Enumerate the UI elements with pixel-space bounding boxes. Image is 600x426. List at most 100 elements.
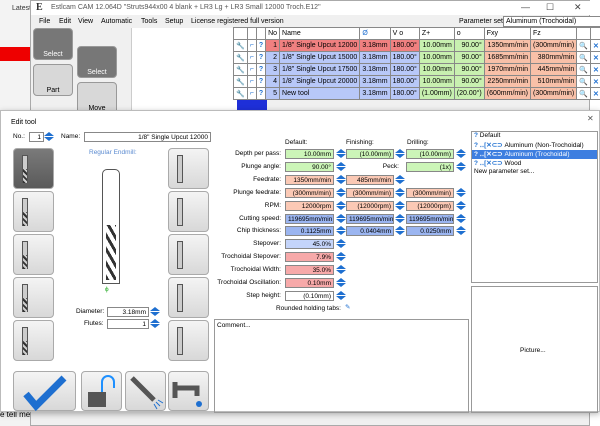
table-cell[interactable]: 2 [265,51,281,64]
wrench-icon[interactable]: 🔧 [233,39,248,52]
default-field[interactable]: 35.0% [285,265,334,276]
drilling-spinner[interactable] [456,161,466,172]
comment-field[interactable]: Comment... [214,319,469,413]
menu-edit[interactable]: Edit [59,18,71,25]
param-set-aluminum-trochoidal[interactable]: ? ‥[✕⊂⊃ Aluminum (Trochoidal) [472,150,597,159]
menu-tools[interactable]: Tools [141,18,157,25]
table-cell[interactable]: 510mm/min [529,75,578,88]
wrench-icon[interactable]: 🔧 [233,75,248,88]
help-icon[interactable]: ? [255,39,267,52]
finishing-spinner[interactable] [395,213,405,224]
table-cell[interactable]: 1/8" Single Upcut 15000 [279,51,361,64]
param-set-default[interactable]: ? Default [472,132,597,141]
table-cell[interactable]: 3 [265,63,281,76]
search-icon[interactable]: 🔍 [576,39,591,52]
default-spinner[interactable] [336,290,346,301]
table-cell[interactable]: (20.00°) [453,87,485,100]
table-cell[interactable]: 1/8" Single Upcut 20000 [279,75,361,88]
default-spinner[interactable] [336,200,346,211]
default-spinner[interactable] [336,239,346,249]
default-spinner[interactable] [336,252,346,262]
help-icon[interactable]: ? [255,75,267,88]
table-cell[interactable]: 180.00° [389,51,420,64]
default-spinner[interactable] [336,174,346,185]
table-cell[interactable]: 1350mm/min [483,39,532,52]
unlock-button[interactable] [81,371,122,411]
table-cell[interactable]: 10.00mm [418,63,455,76]
finishing-field[interactable]: (10.00mm) [346,149,394,159]
table-cell[interactable]: 90.00° [453,51,485,64]
holder-icon[interactable]: ⌐ [246,75,257,88]
table-cell[interactable]: 10.00mm [418,75,455,88]
flutes-spinner[interactable] [150,319,160,329]
help-icon[interactable]: ? [255,63,267,76]
default-spinner[interactable] [336,265,346,275]
table-cell[interactable]: 3.18mm [359,51,391,64]
tool-type-ballnose-endmill-button[interactable] [13,191,54,232]
table-cell[interactable]: 180.00° [389,63,420,76]
delete-icon[interactable]: ✕ [589,75,600,88]
coolant-tap-button[interactable] [168,371,209,411]
maximize-button[interactable]: ☐ [546,2,554,13]
help-icon[interactable]: ? [255,87,267,100]
parameter-set-select[interactable]: Aluminum (Trochoidal) [503,16,600,27]
default-field[interactable]: 119695mm/min [285,213,334,224]
ok-button[interactable] [13,371,76,412]
table-cell[interactable]: 1970mm/min [483,63,532,76]
menu-view[interactable]: View [78,18,93,25]
default-spinner[interactable] [336,149,346,159]
drilling-field[interactable]: (1x) [406,161,454,172]
default-field[interactable]: 12000rpm [285,200,334,211]
finishing-spinner[interactable] [395,174,405,185]
table-cell[interactable]: 180.00° [389,39,420,52]
minimize-button[interactable]: — [521,2,530,12]
default-field[interactable]: 1350mm/min [285,174,334,185]
drilling-field[interactable]: 119695mm/min [406,213,454,224]
table-cell[interactable]: 90.00° [453,75,485,88]
table-cell[interactable]: 380mm/min [529,51,578,64]
tool-type-spindle-coolant-button[interactable] [168,320,209,361]
tool-type-endmill-button[interactable] [13,148,54,189]
tool-type-drill-button[interactable] [168,148,209,189]
name-field[interactable]: 1/8" Single Upcut 12000 [84,132,211,142]
tool-type-engraver-button[interactable] [13,277,54,318]
table-cell[interactable]: 2250mm/min [483,75,532,88]
table-cell[interactable]: New tool [279,87,361,100]
table-cell[interactable]: 90.00° [453,39,485,52]
drilling-field[interactable]: 0.0250mm [406,226,454,237]
table-row[interactable]: 🔧 ⌐? 4 1/8" Single Upcut 20000 3.18mm 180.00°… [233,75,600,88]
no-field[interactable]: 1 [29,132,44,142]
table-cell[interactable]: (600mm/min) [483,87,532,100]
table-cell[interactable]: 10.00mm [418,39,455,52]
close-button[interactable]: ✕ [574,2,582,13]
drilling-spinner[interactable] [456,187,466,198]
table-cell[interactable]: 445mm/min [529,63,578,76]
default-spinner[interactable] [336,187,346,198]
finishing-spinner[interactable] [395,200,405,211]
drilling-field[interactable]: (12000rpm) [406,200,454,211]
default-field[interactable]: (0.10mm) [285,290,334,301]
finishing-field[interactable]: (12000rpm) [346,200,394,211]
default-spinner[interactable] [336,278,346,288]
table-cell[interactable]: 1685mm/min [483,51,532,64]
select-button-2[interactable]: Select [77,46,117,78]
tool-type-countersink-drill-button[interactable] [168,191,209,232]
finishing-field[interactable]: 119695mm/min [346,213,394,224]
default-field[interactable]: 7.9% [285,252,334,263]
help-icon[interactable]: ? [255,51,267,64]
menu-setup[interactable]: Setup [165,18,183,25]
diameter-spinner[interactable] [150,307,160,317]
table-cell[interactable]: 4 [265,75,281,88]
table-cell[interactable]: 180.00° [389,75,420,88]
default-field[interactable]: (300mm/min) [285,187,334,198]
table-cell[interactable]: (1.00mm) [418,87,455,100]
table-row[interactable]: 🔧 ⌐? 3 1/8" Single Upcut 17500 3.18mm 180.00°… [233,63,600,76]
default-field[interactable]: 0.10mm [285,278,334,288]
search-icon[interactable]: 🔍 [576,75,591,88]
default-spinner[interactable] [336,213,346,224]
part-button[interactable]: Part [33,64,73,96]
table-cell[interactable]: 180.00° [389,87,420,100]
finishing-field[interactable]: (300mm/min) [346,187,394,198]
table-cell[interactable]: 3.18mm [359,75,391,88]
tool-type-v-bit-button[interactable] [13,320,54,361]
